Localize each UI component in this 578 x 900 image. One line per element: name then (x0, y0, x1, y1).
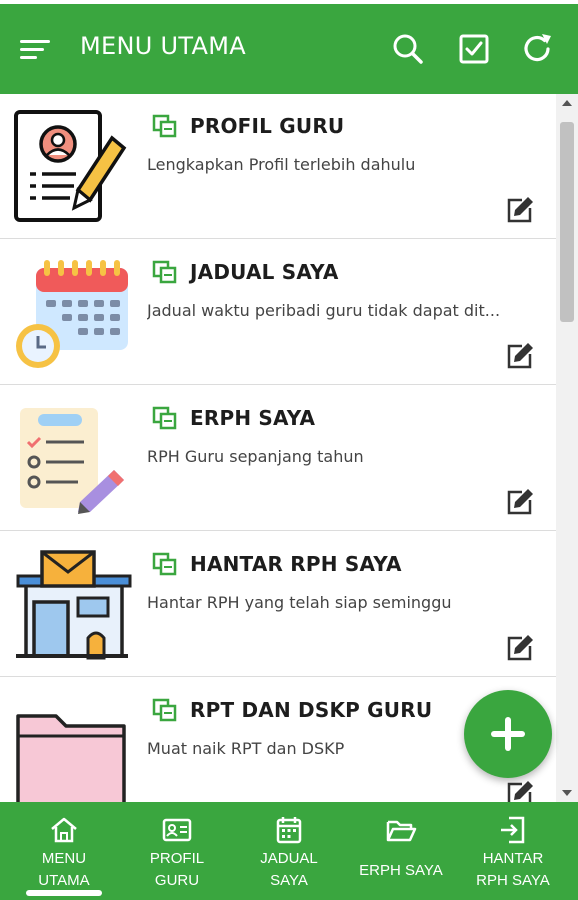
card-title-row: HANTAR RPH SAYA (152, 552, 402, 576)
card-subtitle: Hantar RPH yang telah siap seminggu (147, 593, 452, 612)
teacher-profile-icon (12, 108, 132, 228)
edit-icon[interactable] (504, 486, 536, 518)
edit-icon[interactable] (504, 778, 536, 802)
checkbox-icon[interactable] (456, 31, 492, 67)
nav-label: HANTAR RPH SAYA (476, 850, 550, 889)
card-title: RPT DAN DSKP GURU (190, 698, 433, 722)
menu-list: PROFIL GURU Lengkapkan Profil terlebih d… (0, 94, 556, 802)
card-subtitle: RPH Guru sepanjang tahun (147, 447, 364, 466)
nav-label: MENU UTAMA (38, 850, 90, 889)
calendar-icon (276, 817, 302, 844)
search-icon[interactable] (390, 31, 426, 67)
copy-icon (152, 114, 178, 138)
copy-icon (152, 552, 178, 576)
card-title-row: RPT DAN DSKP GURU (152, 698, 432, 722)
card-title-row: ERPH SAYA (152, 406, 315, 430)
nav-item-erph-saya[interactable]: ERPH SAYA (345, 810, 457, 898)
vertical-scrollbar[interactable] (556, 94, 578, 802)
home-icon (51, 817, 77, 843)
copy-icon (152, 698, 178, 722)
id-card-icon (162, 818, 192, 842)
card-title-row: PROFIL GURU (152, 114, 344, 138)
card-title: HANTAR RPH SAYA (190, 552, 402, 576)
nav-label: ERPH SAYA (359, 862, 443, 879)
card-title: PROFIL GURU (190, 114, 345, 138)
card-hantar-rph-saya[interactable]: HANTAR RPH SAYA Hantar RPH yang telah si… (0, 532, 556, 677)
nav-label: PROFIL GURU (149, 850, 205, 889)
card-subtitle: Lengkapkan Profil terlebih dahulu (147, 155, 416, 174)
folder-icon (12, 692, 132, 802)
nav-item-menu-utama[interactable]: MENU UTAMA (8, 810, 120, 898)
calendar-clock-icon (12, 254, 132, 374)
nav-item-hantar-rph-saya[interactable]: HANTAR RPH SAYA (457, 810, 569, 898)
card-title: ERPH SAYA (190, 406, 316, 430)
menu-icon[interactable] (20, 35, 52, 63)
app-window: MENU UTAMA PROFIL GURU Lengkapkan Profil… (0, 0, 578, 900)
edit-icon[interactable] (504, 632, 536, 664)
card-title: JADUAL SAYA (190, 260, 339, 284)
active-nav-indicator (26, 890, 102, 896)
copy-icon (152, 406, 178, 430)
card-jadual-saya[interactable]: JADUAL SAYA Jadual waktu peribadi guru t… (0, 240, 556, 385)
checklist-pencil-icon (12, 400, 132, 520)
nav-item-profil-guru[interactable]: PROFIL GURU (121, 810, 233, 898)
bottom-navigation: MENU UTAMA PROFIL GURU JADUAL SAYA ERPH … (0, 802, 578, 900)
scroll-thumb[interactable] (560, 122, 574, 322)
scroll-down-arrow-icon[interactable] (562, 790, 572, 796)
send-file-icon (501, 816, 525, 844)
refresh-icon[interactable] (520, 31, 556, 67)
edit-icon[interactable] (504, 194, 536, 226)
post-office-icon (12, 546, 132, 666)
nav-label: JADUAL SAYA (260, 850, 318, 889)
nav-item-jadual-saya[interactable]: JADUAL SAYA (233, 810, 345, 898)
edit-icon[interactable] (504, 340, 536, 372)
page-title: MENU UTAMA (80, 32, 246, 60)
card-profil-guru[interactable]: PROFIL GURU Lengkapkan Profil terlebih d… (0, 94, 556, 239)
card-subtitle: Jadual waktu peribadi guru tidak dapat d… (147, 301, 501, 320)
card-title-row: JADUAL SAYA (152, 260, 339, 284)
app-header: MENU UTAMA (0, 4, 578, 94)
card-erph-saya[interactable]: ERPH SAYA RPH Guru sepanjang tahun (0, 386, 556, 531)
add-button[interactable] (464, 690, 552, 778)
scroll-up-arrow-icon[interactable] (562, 100, 572, 106)
copy-icon (152, 260, 178, 284)
folder-open-icon (386, 820, 417, 842)
